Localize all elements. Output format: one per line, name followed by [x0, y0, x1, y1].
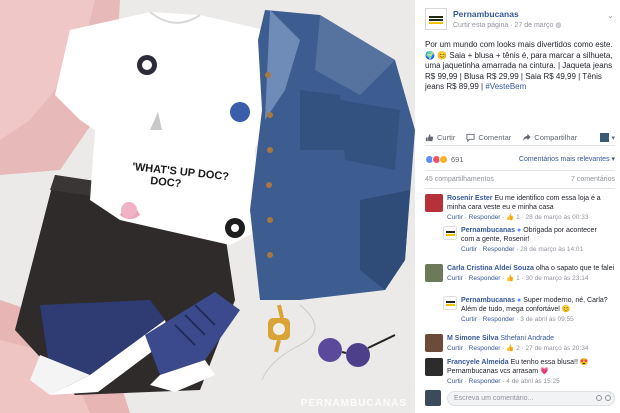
comment-timestamp: · 👍 2 · 27 de março às 20:34	[502, 345, 589, 352]
reply-reply-link[interactable]: Responder	[483, 316, 515, 323]
comment-label: Comentar	[478, 133, 512, 142]
page-reply-avatar[interactable]	[443, 226, 457, 240]
comment-author[interactable]: M Simone Silva	[447, 335, 498, 342]
post-text: Por um mundo com looks mais divertidos c…	[425, 40, 615, 93]
comment-button[interactable]: Comentar	[466, 133, 511, 142]
comment-reply-link[interactable]: Responder	[469, 378, 501, 385]
commenter-avatar[interactable]	[425, 194, 443, 212]
share-icon	[523, 133, 531, 142]
action-bar: Curtir Comentar Compartilhar ▾	[425, 130, 615, 146]
reaction-count[interactable]: 691	[451, 155, 464, 164]
reply-body: Pernambucanas ● Super moderno, né, Carla…	[461, 296, 611, 324]
reply-timestamp: · 3 de abril às 09:55	[516, 316, 574, 323]
reply-like-link[interactable]: Curtir	[461, 246, 477, 253]
commenter-avatar[interactable]	[425, 264, 443, 282]
comment-reply-link[interactable]: Responder	[469, 275, 501, 282]
comment-author[interactable]: Francyele Almeida	[447, 359, 509, 366]
photo-watermark: PERNAMBUCANAS	[300, 398, 407, 409]
comment-reply-link[interactable]: Responder	[469, 214, 501, 221]
emoji-icon[interactable]	[596, 395, 602, 401]
comment-icon	[466, 133, 475, 142]
post-date[interactable]: 27 de março	[515, 22, 554, 29]
composer-icons	[596, 395, 611, 401]
post-panel: Pernambucanas Curtir esta página · 27 de…	[415, 0, 620, 413]
reply-timestamp: · 28 de março às 14:01	[516, 246, 584, 253]
comment-body: Rosenir Ester Eu me identifico com essa …	[447, 194, 615, 222]
divider	[425, 188, 615, 189]
reactions-row: 691 Comentários mais relevantes ▾	[425, 153, 615, 165]
comment-timestamp: · 👍 1 · 30 de março às 23:14	[502, 275, 589, 282]
globe-icon: ◍	[555, 22, 562, 29]
comment-meta: Curtir · Responder · 4 de abril às 15:25	[447, 378, 560, 385]
comment-author[interactable]: Rosenir Ester	[447, 195, 493, 202]
mentioned-user-link[interactable]: Sthefani Andrade	[500, 335, 554, 342]
comment-meta: Curtir · Responder · 👍 1 · 28 de março à…	[447, 214, 589, 221]
comment-timestamp: · 4 de abril às 15:25	[502, 378, 560, 385]
reply-author[interactable]: Pernambucanas	[461, 297, 515, 304]
share-button[interactable]: Compartilhar	[522, 133, 577, 142]
hashtag-link[interactable]: #VesteBem	[485, 82, 526, 91]
comment-like-link[interactable]: Curtir	[447, 378, 463, 385]
post-photo[interactable]: 'WHAT'S UP DOC? DOC? PERNAMBUCANAS	[0, 0, 415, 413]
chevron-down-small-icon: ▾	[611, 134, 615, 142]
reply-meta: Curtir · Responder · 3 de abril às 09:55	[461, 316, 574, 323]
chevron-down-icon[interactable]: ⌄	[607, 11, 615, 20]
comment-like-link[interactable]: Curtir	[447, 275, 463, 282]
verified-badge-icon: ●	[517, 297, 522, 304]
comment-meta: Curtir · Responder · 👍 2 · 27 de março à…	[447, 345, 589, 352]
outfit-flatlay-image: 'WHAT'S UP DOC? DOC?	[0, 0, 415, 413]
divider	[425, 170, 615, 171]
commenter-avatar[interactable]	[425, 358, 443, 376]
stats-row: 45 compartilhamentos 7 comentários	[425, 176, 615, 183]
comment-like-link[interactable]: Curtir	[447, 345, 463, 352]
comment-timestamp: · 👍 1 · 28 de março às 00:33	[502, 214, 589, 221]
camera-icon[interactable]	[605, 395, 611, 401]
commenter-avatar[interactable]	[425, 334, 443, 352]
comment-meta: Curtir · Responder · 👍 1 · 30 de março à…	[447, 275, 589, 282]
like-button[interactable]: Curtir	[425, 133, 455, 142]
current-user-avatar	[425, 390, 441, 406]
comment-body: Carla Cristina Aldeí Souza olha o sapato…	[447, 264, 615, 283]
comments-count[interactable]: 7 comentários	[571, 176, 615, 183]
page-name-link[interactable]: Pernambucanas	[453, 9, 519, 19]
share-label: Compartilhar	[534, 133, 578, 142]
post-header: Pernambucanas Curtir esta página · 27 de…	[425, 8, 615, 32]
wow-reaction-icon[interactable]	[439, 154, 448, 164]
page-avatar-small-icon	[600, 133, 610, 142]
post-meta: Curtir esta página · 27 de março ◍	[453, 22, 562, 29]
reply-like-link[interactable]: Curtir	[461, 316, 477, 323]
audience-selector[interactable]: ▾	[600, 133, 615, 142]
comment-body: M Simone Silva Sthefani Andrade Curtir ·…	[447, 334, 615, 353]
reply-meta: Curtir · Responder · 28 de março às 14:0…	[461, 246, 584, 253]
comment-body: Francyele Almeida Eu tenho essa blusa!! …	[447, 358, 615, 386]
like-page-link[interactable]: Curtir esta página	[453, 22, 508, 29]
comment-input[interactable]	[447, 391, 615, 406]
verified-badge-icon: ●	[517, 227, 522, 234]
page-logo-avatar[interactable]	[425, 8, 447, 30]
like-label: Curtir	[437, 133, 456, 142]
comment-author[interactable]: Carla Cristina Aldeí Souza	[447, 265, 534, 272]
reply-author[interactable]: Pernambucanas	[461, 227, 515, 234]
page-reply-avatar[interactable]	[443, 296, 457, 310]
comment-sort-dropdown[interactable]: Comentários mais relevantes ▾	[519, 155, 615, 163]
comment-text: olha o sapato que te falei	[535, 265, 615, 272]
reply-body: Pernambucanas ● Obrigada por acontecer c…	[461, 226, 611, 254]
comment-composer	[425, 390, 615, 408]
comment-like-link[interactable]: Curtir	[447, 214, 463, 221]
reply-reply-link[interactable]: Responder	[483, 246, 515, 253]
comment-reply-link[interactable]: Responder	[469, 345, 501, 352]
thumbs-up-icon	[425, 134, 434, 142]
shares-count-link[interactable]: 45 compartilhamentos	[425, 176, 494, 183]
